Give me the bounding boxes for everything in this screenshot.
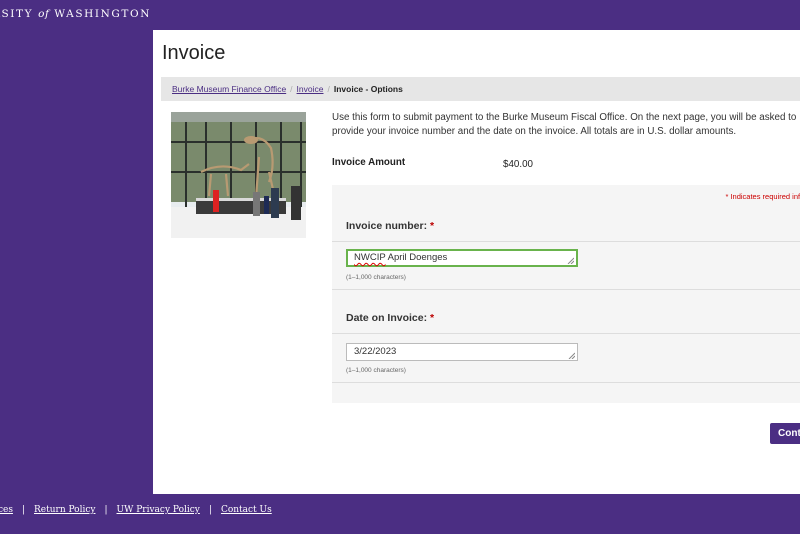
footer-separator: |	[104, 505, 108, 515]
top-bar: RSITY of WASHINGTON	[0, 0, 800, 30]
breadcrumb-link-invoice[interactable]: Invoice	[297, 84, 324, 94]
university-wordmark[interactable]: RSITY of WASHINGTON	[0, 8, 151, 20]
breadcrumb-separator: /	[327, 84, 330, 94]
footer-link-services[interactable]: vices	[0, 505, 13, 515]
breadcrumb-current: Invoice - Options	[333, 84, 403, 94]
footer-links: vices | Return Policy | UW Privacy Policy | Co…	[0, 505, 272, 515]
invoice-number-hint: (1–1,000 characters)	[346, 274, 406, 281]
footer-separator: |	[21, 505, 25, 515]
required-star: *	[430, 220, 435, 232]
required-note: * Indicates required inform	[725, 192, 800, 201]
divider	[332, 333, 800, 334]
footer-link-return-policy[interactable]: Return Policy	[34, 505, 95, 515]
invoice-number-input[interactable]: NWCIP April Doenges	[346, 249, 578, 267]
divider	[332, 289, 800, 290]
divider	[332, 241, 800, 242]
invoice-amount-label: Invoice Amount	[332, 157, 406, 168]
footer-link-privacy-policy[interactable]: UW Privacy Policy	[117, 505, 200, 515]
required-star: *	[430, 312, 435, 324]
continue-button[interactable]: Continue	[770, 423, 800, 444]
resize-handle-icon[interactable]	[568, 352, 575, 359]
museum-dinosaur-photo	[171, 112, 306, 238]
breadcrumb: Burke Museum Finance Office / Invoice / Invo…	[161, 77, 800, 101]
resize-handle-icon[interactable]	[567, 257, 574, 264]
divider	[332, 382, 800, 383]
footer-separator: |	[208, 505, 212, 515]
footer-link-contact-us[interactable]: Contact Us	[221, 505, 272, 515]
breadcrumb-link-finance-office[interactable]: Burke Museum Finance Office	[172, 84, 286, 94]
invoice-date-input[interactable]: 3/22/2023	[346, 343, 578, 361]
invoice-form: * Indicates required inform Invoice numb…	[332, 185, 800, 403]
breadcrumb-separator: /	[290, 84, 293, 94]
invoice-date-hint: (1–1,000 characters)	[346, 367, 406, 374]
invoice-number-label: Invoice number: *	[346, 220, 435, 232]
page-title: Invoice	[162, 42, 226, 64]
intro-text: Use this form to submit payment to the B…	[332, 112, 797, 137]
invoice-amount-value: $40.00	[503, 159, 533, 170]
main-content-card: Invoice Burke Museum Finance Office / Invo…	[153, 30, 800, 494]
invoice-date-label: Date on Invoice: *	[346, 312, 435, 324]
